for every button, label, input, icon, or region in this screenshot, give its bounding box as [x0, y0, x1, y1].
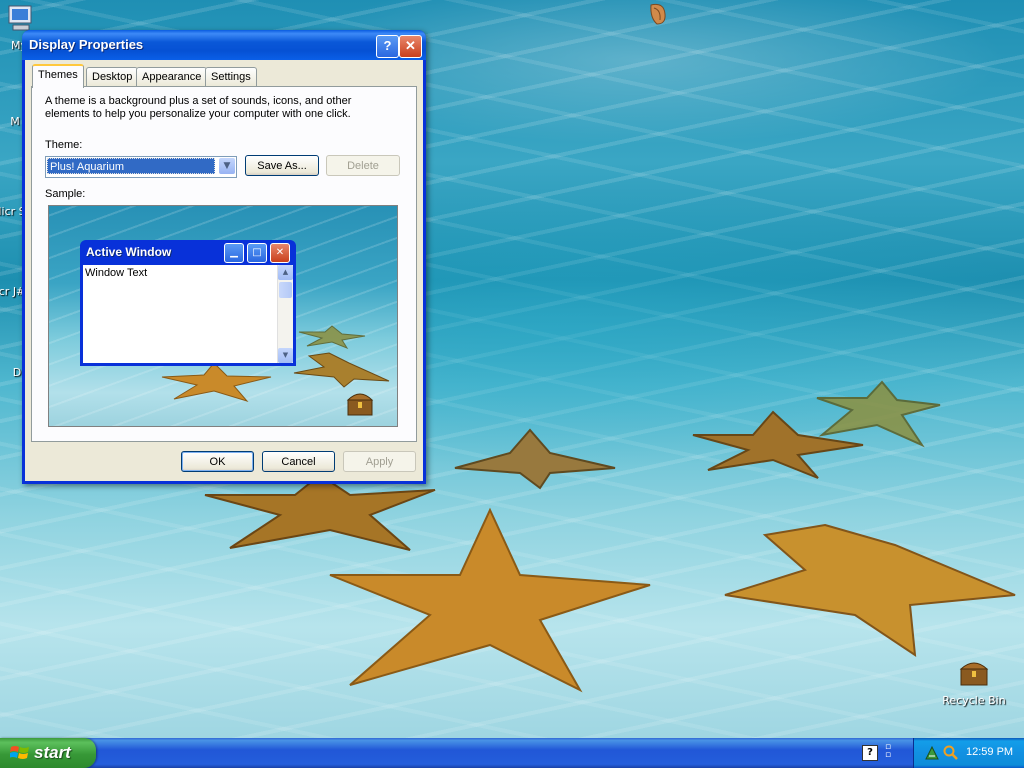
desktop-icon-recycle-bin[interactable]: Recycle Bin [937, 655, 1011, 707]
desktop-icon-label: Recycle Bin [942, 694, 1006, 707]
theme-label: Theme: [45, 139, 83, 151]
theme-description: A theme is a background plus a set of so… [45, 95, 352, 120]
display-properties-window[interactable]: Display Properties ? ✕ Themes Desktop Ap… [22, 30, 426, 484]
scroll-up-icon: ▲ [278, 265, 293, 280]
language-bar-icon[interactable]: ▫ ▫ [885, 743, 895, 760]
windows-logo-icon [10, 746, 29, 759]
minimize-icon: ▁ [224, 243, 244, 263]
theme-sample-preview: Active Window ▁ □ ✕ Window Text ▲ ▼ [48, 205, 398, 427]
sample-window-text: Window Text [85, 267, 148, 279]
sample-window-title: Active Window [86, 245, 172, 259]
clock[interactable]: 12:59 PM [966, 746, 1013, 758]
help-icon[interactable]: ? [862, 745, 878, 761]
close-icon: ✕ [405, 38, 416, 53]
title-bar[interactable]: Display Properties ? ✕ [22, 30, 426, 60]
starfish-graphic [293, 352, 390, 388]
starfish-graphic [298, 325, 366, 349]
tab-themes[interactable]: Themes [32, 64, 84, 88]
close-icon: ✕ [270, 243, 290, 263]
apply-button[interactable]: Apply [343, 451, 416, 472]
start-button[interactable]: start [0, 738, 96, 768]
start-label: start [34, 743, 71, 762]
treasure-chest-icon [346, 393, 374, 416]
dialog-client-area: Themes Desktop Appearance Settings A the… [25, 60, 423, 481]
delete-button[interactable]: Delete [326, 155, 400, 176]
tab-appearance[interactable]: Appearance [136, 67, 208, 86]
sample-active-window: Active Window ▁ □ ✕ Window Text ▲ ▼ [80, 240, 296, 366]
cancel-button[interactable]: Cancel [262, 451, 335, 472]
themes-tab-panel: A theme is a background plus a set of so… [31, 86, 417, 442]
theme-dropdown[interactable]: Plus! Aquarium ▼ [45, 156, 237, 178]
sample-scrollbar: ▲ ▼ [277, 265, 293, 363]
close-button[interactable]: ✕ [399, 35, 422, 58]
network-icon[interactable] [924, 745, 940, 761]
ok-button[interactable]: OK [181, 451, 254, 472]
taskbar: start ? ▫ ▫ 12:59 PM [0, 738, 1024, 768]
tab-desktop[interactable]: Desktop [86, 67, 139, 86]
theme-selected-value: Plus! Aquarium [47, 158, 215, 174]
save-as-button[interactable]: Save As... [245, 155, 319, 176]
starfish-graphic [450, 428, 620, 490]
maximize-icon: □ [247, 243, 267, 263]
sample-label: Sample: [45, 188, 86, 200]
system-tray: 12:59 PM [913, 738, 1024, 768]
shell-graphic [648, 2, 668, 29]
window-title: Display Properties [29, 37, 144, 52]
scroll-thumb [279, 282, 292, 298]
starfish-graphic [705, 515, 1024, 660]
sample-window-body: Window Text ▲ ▼ [83, 265, 293, 363]
treasure-chest-icon [959, 662, 989, 686]
tab-settings[interactable]: Settings [205, 67, 257, 86]
help-button[interactable]: ? [376, 35, 399, 58]
help-icon: ? [383, 38, 392, 53]
chevron-down-icon[interactable]: ▼ [219, 158, 235, 174]
starfish-graphic [161, 362, 272, 402]
scroll-down-icon: ▼ [278, 348, 293, 363]
search-icon[interactable] [943, 745, 959, 761]
starfish-graphic [812, 380, 942, 450]
